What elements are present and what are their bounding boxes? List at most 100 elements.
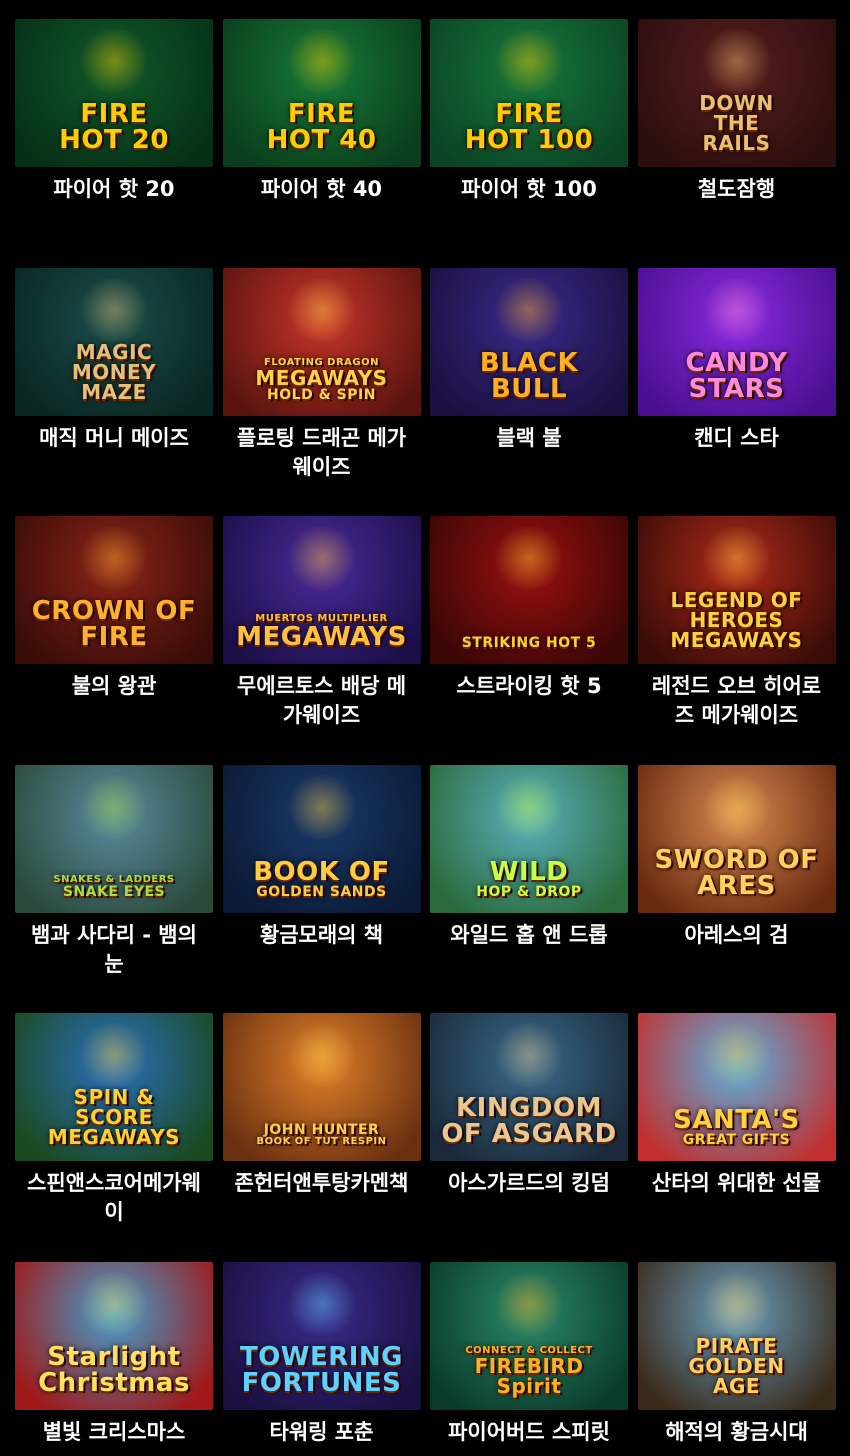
artwork-decoration: [77, 1271, 151, 1336]
game-card[interactable]: FIRE HOT 40 파이어 핫 40: [222, 19, 421, 204]
artwork-decoration: [284, 277, 359, 342]
game-card[interactable]: BLACK BULL 블랙 불: [430, 267, 628, 453]
game-card[interactable]: FLOATING DRAGON MEGAWAYS HOLD & SPIN 플로팅 드래…: [222, 267, 421, 482]
game-thumbnail[interactable]: SPIN & SCORE MEGAWAYS: [15, 1013, 213, 1161]
game-logo: SWORD OF ARES: [644, 847, 830, 899]
game-thumbnail[interactable]: BOOK OF GOLDEN SANDS: [222, 764, 421, 913]
game-title[interactable]: 파이어버드 스피릿: [430, 1418, 628, 1447]
game-logo: FLOATING DRAGON MEGAWAYS HOLD & SPIN: [229, 357, 415, 402]
game-title[interactable]: 파이어 핫 20: [15, 175, 213, 204]
game-card[interactable]: DOWN THE RAILS 철도잠행: [637, 19, 836, 204]
game-thumbnail[interactable]: BLACK BULL: [430, 267, 628, 416]
game-title[interactable]: 아레스의 검: [638, 921, 836, 950]
game-thumbnail[interactable]: WILD HOP & DROP: [430, 764, 628, 913]
game-title[interactable]: 파이어 핫 100: [430, 175, 628, 204]
game-card[interactable]: JOHN HUNTER BOOK OF TUT RESPIN 존헌터앤투탕카멘책: [222, 1013, 421, 1198]
artwork-decoration: [284, 1271, 359, 1336]
game-card[interactable]: SWORD OF ARES 아레스의 검: [637, 764, 836, 950]
game-card[interactable]: FIRE HOT 100 파이어 핫 100: [430, 19, 628, 204]
game-thumbnail[interactable]: CONNECT & COLLECT FIREBIRD Spirit: [430, 1261, 628, 1410]
game-title[interactable]: 스트라이킹 핫 5: [430, 672, 628, 701]
game-title[interactable]: 파이어 핫 40: [223, 175, 421, 204]
game-thumbnail[interactable]: PIRATE GOLDEN AGE: [637, 1261, 836, 1410]
game-title[interactable]: 블랙 불: [430, 424, 628, 453]
game-card[interactable]: PIRATE GOLDEN AGE 해적의 황금시대: [637, 1261, 836, 1447]
game-logo: PIRATE GOLDEN AGE: [644, 1336, 830, 1396]
game-thumbnail[interactable]: FIRE HOT 40: [222, 19, 421, 167]
game-logo: SPIN & SCORE MEGAWAYS: [21, 1087, 207, 1147]
game-title[interactable]: 해적의 황금시대: [638, 1418, 836, 1447]
game-card[interactable]: MAGIC MONEY MAZE 매직 머니 메이즈: [15, 267, 213, 453]
game-logo-text: MEGAWAYS: [236, 622, 407, 652]
game-thumbnail[interactable]: CANDY STARS: [637, 267, 836, 416]
game-logo-text: ARES: [697, 870, 776, 901]
game-card[interactable]: WILD HOP & DROP 와일드 홉 앤 드롭: [430, 764, 628, 950]
game-logo: FIRE HOT 40: [229, 101, 415, 153]
game-card[interactable]: SNAKES & LADDERS SNAKE EYES 뱀과 사다리 - 뱀의 눈: [15, 764, 213, 979]
game-title[interactable]: 캔디 스타: [638, 424, 836, 453]
game-logo: BOOK OF GOLDEN SANDS: [229, 859, 415, 899]
game-title[interactable]: 레전드 오브 히어로즈 메가웨이즈: [638, 672, 836, 730]
game-thumbnail[interactable]: SANTA'S GREAT GIFTS: [637, 1013, 836, 1161]
game-card[interactable]: CANDY STARS 캔디 스타: [637, 267, 836, 453]
game-card[interactable]: SPIN & SCORE MEGAWAYS 스핀앤스코어메가웨이: [15, 1013, 213, 1227]
game-logo-text: OF ASGARD: [441, 1119, 617, 1149]
game-logo-text: KINGDOM: [456, 1093, 602, 1123]
game-thumbnail[interactable]: MAGIC MONEY MAZE: [15, 267, 213, 416]
game-thumbnail[interactable]: DOWN THE RAILS: [637, 19, 836, 167]
game-logo-text: FIREBIRD: [474, 1353, 584, 1378]
game-thumbnail[interactable]: STRIKING HOT 5: [430, 516, 628, 664]
game-card[interactable]: CONNECT & COLLECT FIREBIRD Spirit 파이어버드 스피릿: [430, 1261, 628, 1447]
game-title[interactable]: 불의 왕관: [15, 672, 213, 701]
game-logo-text: BLACK: [479, 347, 579, 378]
game-title[interactable]: 별빛 크리스마스: [15, 1418, 213, 1447]
game-title[interactable]: 황금모래의 책: [223, 921, 421, 950]
game-title[interactable]: 스핀앤스코어메가웨이: [15, 1169, 213, 1227]
game-logo-text: HOP & DROP: [476, 883, 582, 900]
game-card[interactable]: CROWN OF FIRE 불의 왕관: [15, 516, 213, 701]
game-logo: CONNECT & COLLECT FIREBIRD Spirit: [436, 1345, 622, 1396]
game-title[interactable]: 와일드 홉 앤 드롭: [430, 921, 628, 950]
game-card[interactable]: STRIKING HOT 5 스트라이킹 핫 5: [430, 516, 628, 701]
artwork-decoration: [492, 526, 566, 590]
game-thumbnail[interactable]: SWORD OF ARES: [637, 764, 836, 913]
game-card[interactable]: Starlight Christmas 별빛 크리스마스: [15, 1261, 213, 1447]
game-card[interactable]: BOOK OF GOLDEN SANDS 황금모래의 책: [222, 764, 421, 950]
game-thumbnail[interactable]: LEGEND OF HEROES MEGAWAYS: [637, 516, 836, 664]
game-card[interactable]: FIRE HOT 20 파이어 핫 20: [15, 19, 213, 204]
game-card[interactable]: TOWERING FORTUNES 타워링 포춘: [222, 1261, 421, 1447]
game-logo: MUERTOS MULTIPLIER MEGAWAYS: [229, 614, 415, 652]
game-thumbnail[interactable]: CROWN OF FIRE: [15, 516, 213, 664]
game-title[interactable]: 플로팅 드래곤 메가웨이즈: [223, 424, 421, 482]
game-logo-text: MAGIC: [75, 339, 153, 364]
game-title[interactable]: 철도잠행: [638, 175, 836, 204]
game-thumbnail[interactable]: TOWERING FORTUNES: [222, 1261, 421, 1410]
game-thumbnail[interactable]: MUERTOS MULTIPLIER MEGAWAYS: [222, 516, 421, 664]
game-logo-text: MAZE: [81, 379, 147, 404]
game-card[interactable]: SANTA'S GREAT GIFTS 산타의 위대한 선물: [637, 1013, 836, 1198]
game-card[interactable]: KINGDOM OF ASGARD 아스가르드의 킹덤: [430, 1013, 628, 1198]
game-thumbnail[interactable]: Starlight Christmas: [15, 1261, 213, 1410]
game-thumbnail[interactable]: SNAKES & LADDERS SNAKE EYES: [15, 764, 213, 913]
game-thumbnail[interactable]: FLOATING DRAGON MEGAWAYS HOLD & SPIN: [222, 267, 421, 416]
game-title[interactable]: 타워링 포춘: [223, 1418, 421, 1447]
artwork-decoration: [492, 277, 566, 342]
game-thumbnail[interactable]: FIRE HOT 100: [430, 19, 628, 167]
artwork-decoration: [77, 1023, 151, 1087]
game-card[interactable]: LEGEND OF HEROES MEGAWAYS 레전드 오브 히어로즈 메가웨이즈: [637, 516, 836, 730]
artwork-decoration: [699, 29, 774, 93]
game-logo-text: AGE: [712, 1373, 761, 1398]
game-thumbnail[interactable]: JOHN HUNTER BOOK OF TUT RESPIN: [222, 1013, 421, 1161]
game-logo-text: SCORE: [75, 1105, 153, 1129]
game-title[interactable]: 존헌터앤투탕카멘책: [223, 1169, 421, 1198]
game-title[interactable]: 매직 머니 메이즈: [15, 424, 213, 453]
artwork-decoration: [284, 1023, 359, 1087]
game-title[interactable]: 산타의 위대한 선물: [638, 1169, 836, 1198]
game-title[interactable]: 무에르토스 배당 메가웨이즈: [223, 672, 421, 730]
game-thumbnail[interactable]: KINGDOM OF ASGARD: [430, 1013, 628, 1161]
game-card[interactable]: MUERTOS MULTIPLIER MEGAWAYS 무에르토스 배당 메가웨이즈: [222, 516, 421, 730]
game-logo-text: MONEY: [71, 359, 157, 384]
game-title[interactable]: 아스가르드의 킹덤: [430, 1169, 628, 1198]
game-title[interactable]: 뱀과 사다리 - 뱀의 눈: [15, 921, 213, 979]
game-thumbnail[interactable]: FIRE HOT 20: [15, 19, 213, 167]
